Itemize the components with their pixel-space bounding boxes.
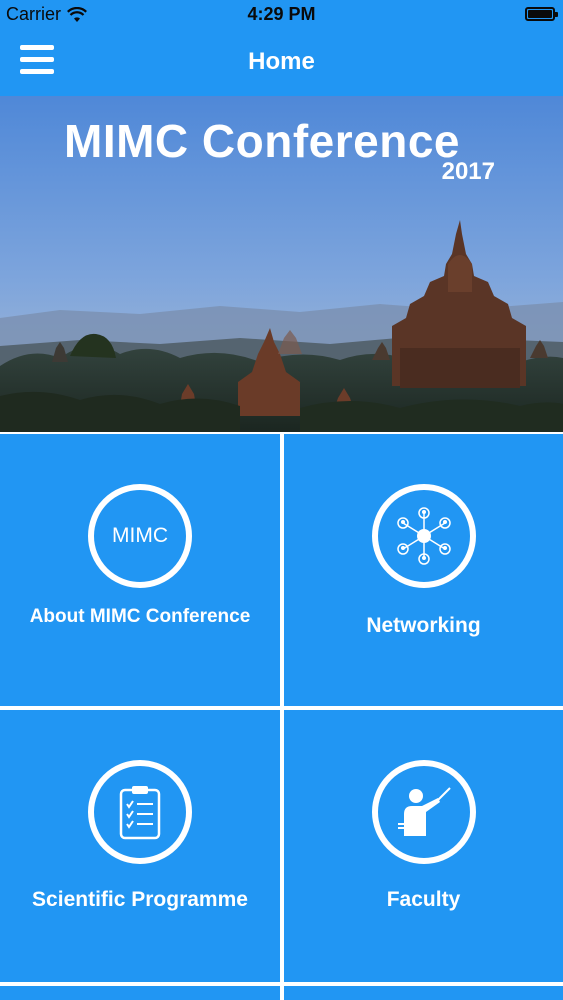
banner-year: 2017 <box>441 158 495 185</box>
tile-scientific-programme[interactable]: Scientific Programme <box>0 710 280 982</box>
network-people-icon <box>371 484 476 588</box>
tile-faculty[interactable]: Faculty <box>284 710 563 982</box>
status-bar: Carrier 4:29 PM <box>0 0 563 28</box>
teacher-icon <box>397 787 451 836</box>
teacher-pointer-icon <box>371 760 476 864</box>
clipboard-checklist-icon <box>88 760 192 864</box>
home-menu-grid: MIMC About MIMC Conference Networking Sc… <box>0 432 563 1000</box>
tile-about-conference[interactable]: MIMC About MIMC Conference <box>0 434 280 706</box>
network-graph-icon <box>396 507 451 565</box>
banner-title: MIMC Conference <box>64 115 460 167</box>
tile-networking[interactable]: Networking <box>284 434 563 706</box>
tile-next-row-left[interactable] <box>0 986 280 1000</box>
tile-next-row-right[interactable] <box>284 986 563 1000</box>
status-time: 4:29 PM <box>247 4 316 24</box>
battery-icon <box>525 7 558 21</box>
tile-scientific-programme-label: Scientific Programme <box>32 888 248 911</box>
tile-faculty-label: Faculty <box>386 888 461 911</box>
tile-about-conference-label: About MIMC Conference <box>29 606 251 627</box>
navigation-bar: Home <box>0 28 563 96</box>
clipboard-icon <box>119 786 161 840</box>
mimc-logo-text: MIMC <box>112 524 168 547</box>
banner-image: MIMC Conference 2017 <box>0 96 563 432</box>
tile-networking-label: Networking <box>366 614 481 637</box>
page-title: Home <box>248 48 315 75</box>
mimc-logo-icon: MIMC <box>88 484 192 588</box>
